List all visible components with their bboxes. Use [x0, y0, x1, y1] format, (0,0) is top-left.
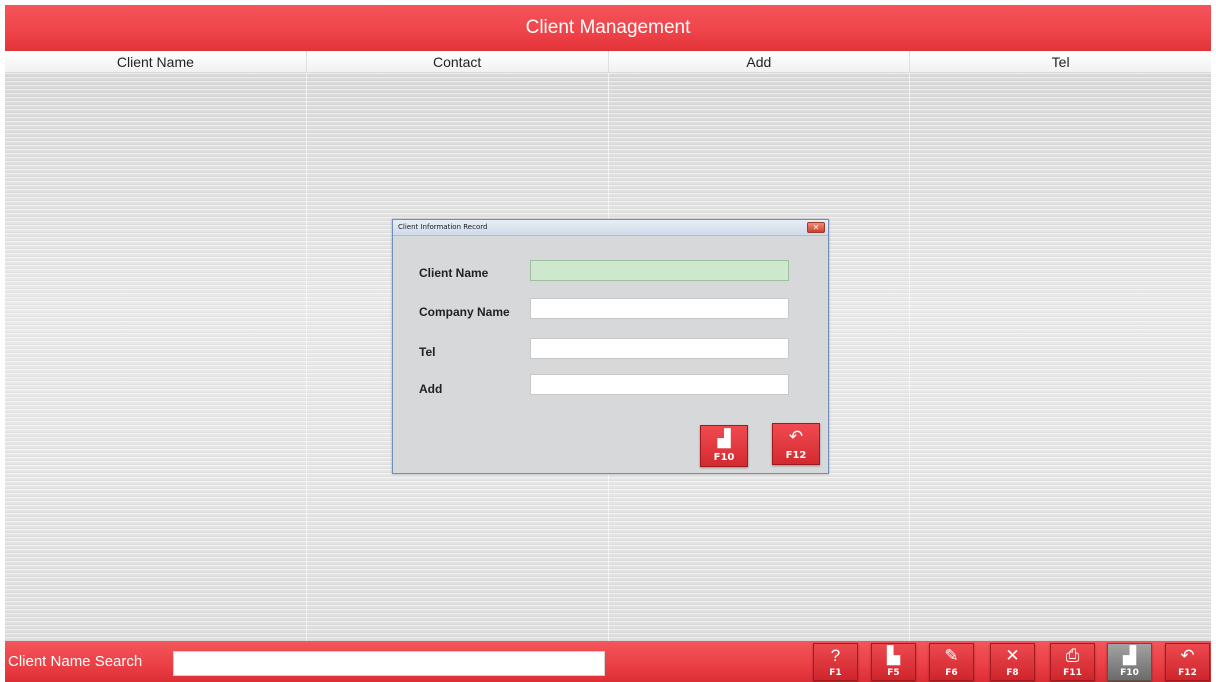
dialog-return-button[interactable]: ↶ F12	[772, 423, 820, 465]
save-key-label: F10	[1120, 668, 1139, 678]
column-header-client-name[interactable]: Client Name	[5, 51, 307, 72]
window-title: Client Management	[5, 5, 1211, 51]
company-name-label: Company Name	[419, 305, 510, 319]
add-input[interactable]	[530, 374, 789, 395]
dialog-save-button[interactable]: ▟ F10	[700, 425, 748, 467]
delete-key-label: F8	[1006, 668, 1019, 678]
client-name-label: Client Name	[419, 266, 489, 280]
search-label: Client Name Search	[8, 653, 143, 670]
add-record-button[interactable]: ▙ F5	[871, 643, 916, 681]
dialog-titlebar[interactable]: Client Information Record ✕	[393, 220, 828, 236]
tel-label: Tel	[419, 345, 436, 359]
close-icon[interactable]: ✕	[807, 222, 825, 233]
print-key-label: F11	[1063, 668, 1082, 678]
client-name-input[interactable]	[530, 260, 789, 281]
add-record-key-label: F5	[887, 668, 900, 678]
return-key-label: F12	[1178, 668, 1197, 678]
tel-input[interactable]	[530, 338, 789, 359]
column-header-tel[interactable]: Tel	[910, 51, 1211, 72]
add-label: Add	[419, 382, 443, 396]
print-icon: ⎙	[1065, 646, 1080, 665]
save-icon: ▟	[717, 429, 731, 448]
table-column	[5, 73, 307, 645]
return-icon: ↶	[1180, 646, 1195, 665]
client-name-search-input[interactable]	[173, 651, 605, 676]
help-key-label: F1	[829, 668, 842, 678]
column-header-contact[interactable]: Contact	[307, 51, 609, 72]
edit-icon: ✎	[944, 646, 959, 665]
help-icon: ?	[830, 646, 841, 665]
edit-button[interactable]: ✎ F6	[929, 643, 974, 681]
edit-key-label: F6	[945, 668, 958, 678]
company-name-input[interactable]	[530, 298, 789, 319]
bottom-toolbar: Client Name Search ? F1 ▙ F5 ✎ F6 ✕ F8 ⎙…	[5, 641, 1211, 682]
add-record-icon: ▙	[886, 646, 901, 665]
delete-button[interactable]: ✕ F8	[990, 643, 1035, 681]
save-button-disabled[interactable]: ▟ F10	[1107, 643, 1152, 681]
dialog-save-key-label: F10	[713, 452, 735, 463]
table-header: Client Name Contact Add Tel	[5, 51, 1211, 73]
column-header-add[interactable]: Add	[609, 51, 911, 72]
return-button[interactable]: ↶ F12	[1165, 643, 1210, 681]
print-button[interactable]: ⎙ F11	[1050, 643, 1095, 681]
save-icon: ▟	[1122, 646, 1137, 665]
help-button[interactable]: ? F1	[813, 643, 858, 681]
return-icon: ↶	[788, 427, 804, 446]
delete-icon: ✕	[1005, 646, 1020, 665]
dialog-return-key-label: F12	[785, 450, 807, 461]
dialog-title: Client Information Record	[398, 223, 488, 231]
client-information-dialog: Client Information Record ✕ Client Name …	[392, 219, 829, 474]
table-column	[910, 73, 1211, 645]
